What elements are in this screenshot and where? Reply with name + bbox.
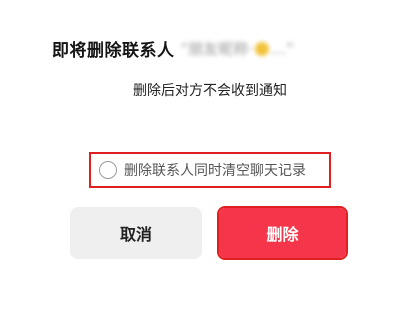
clear-chat-history-label[interactable]: 删除联系人同时清空聊天记录 (124, 160, 306, 180)
contact-name-text: “朋友昵称· (180, 39, 254, 58)
dialog-subtitle: 删除后对方不会收到通知 (133, 83, 287, 99)
radio-unchecked-icon[interactable] (99, 161, 117, 179)
dialog-actions: 取消 删除 (70, 206, 350, 261)
contact-name-blurred: “朋友昵称· …” (181, 38, 294, 59)
cancel-button[interactable]: 取消 (70, 207, 202, 259)
dialog-title-row: 即将删除联系人 “朋友昵称· …” (52, 34, 294, 62)
emoji-icon (255, 42, 270, 56)
dialog-title: 即将删除联系人 (52, 40, 175, 61)
contact-name-suffix: …” (271, 39, 294, 58)
clear-chat-history-option[interactable]: 删除联系人同时清空聊天记录 (89, 152, 331, 188)
delete-button[interactable]: 删除 (219, 208, 346, 258)
delete-contact-dialog: 即将删除联系人 “朋友昵称· …” 删除后对方不会收到通知 删除联系人同时清空聊天… (0, 0, 420, 310)
